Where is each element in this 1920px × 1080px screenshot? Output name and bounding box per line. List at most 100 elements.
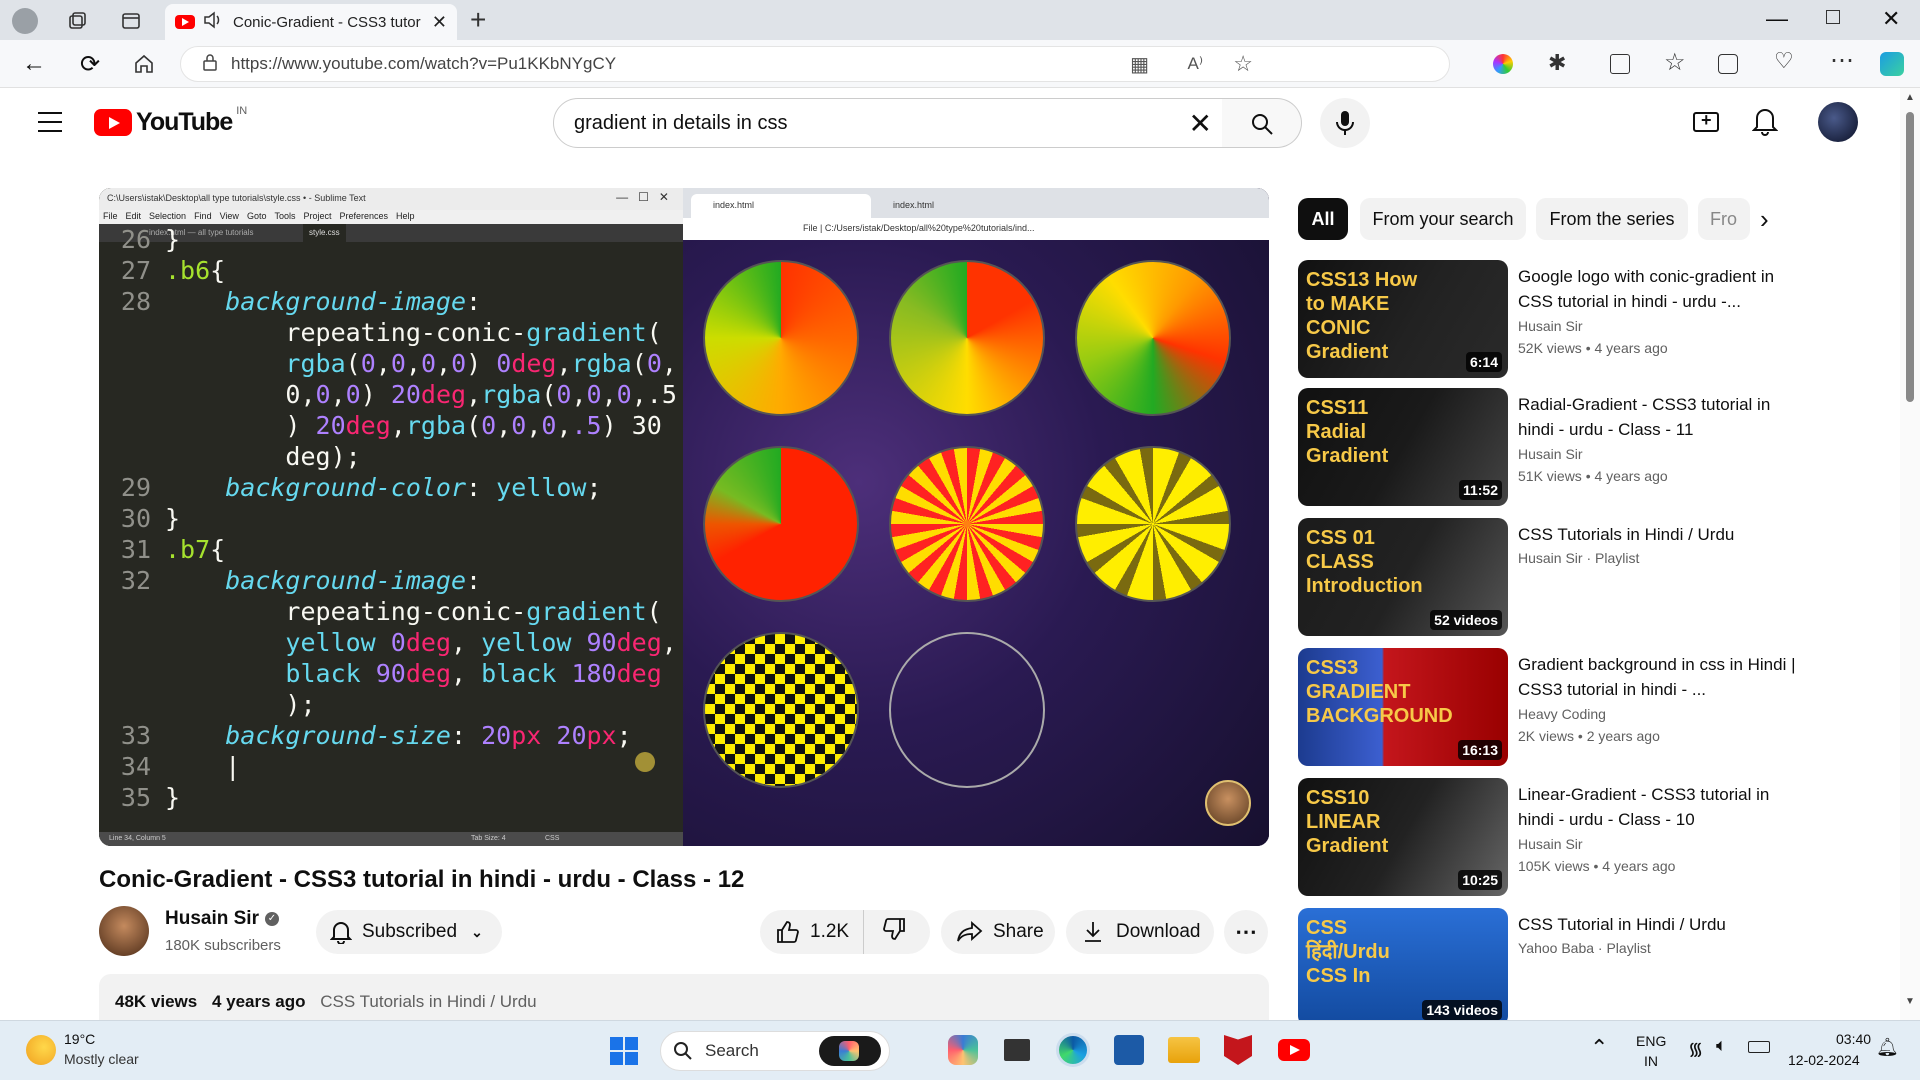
maximize-button[interactable] xyxy=(1826,10,1840,24)
chip-from-the-series[interactable]: From the series xyxy=(1536,198,1688,240)
editor-menu-item[interactable]: Selection xyxy=(149,211,186,223)
favorite-star-icon[interactable]: ☆ xyxy=(1233,51,1253,77)
back-icon[interactable]: ← xyxy=(20,50,48,78)
playlist-link[interactable]: CSS Tutorials in Hindi / Urdu xyxy=(320,992,536,1011)
voice-search-button[interactable] xyxy=(1320,98,1370,148)
clear-search-icon[interactable]: ✕ xyxy=(1189,107,1212,140)
recommendation-channel[interactable]: Husain Sir xyxy=(1518,446,1583,462)
editor-menu-item[interactable]: File xyxy=(103,211,118,223)
new-tab-button[interactable]: + xyxy=(470,4,486,36)
tab-actions-icon[interactable] xyxy=(118,8,144,34)
editor-menu-item[interactable]: Goto xyxy=(247,211,267,223)
editor-menu-item[interactable]: Help xyxy=(396,211,415,223)
volume-icon[interactable]: 🔈︎ xyxy=(1716,1035,1727,1056)
mcafee-icon[interactable] xyxy=(1224,1035,1252,1065)
scroll-down-arrow[interactable]: ▼ xyxy=(1905,996,1915,1007)
read-aloud-icon[interactable]: A⁾ xyxy=(1187,54,1203,74)
channel-name[interactable]: Husain Sir xyxy=(165,908,259,930)
edge-app-icon[interactable] xyxy=(1056,1033,1090,1067)
taskbar-search[interactable]: Search xyxy=(660,1031,890,1071)
recommendation-channel[interactable]: Husain Sir xyxy=(1518,318,1583,334)
recommendation-title[interactable]: Radial-Gradient - CSS3 tutorial in hindi… xyxy=(1518,392,1798,442)
close-window-button[interactable]: ✕ xyxy=(1882,6,1900,32)
youtube-taskbar-icon[interactable] xyxy=(1278,1039,1310,1061)
store-app-icon[interactable] xyxy=(1114,1035,1144,1065)
page-scrollbar[interactable]: ▲ ▼ xyxy=(1900,88,1920,1020)
download-button[interactable]: Download xyxy=(1066,910,1214,954)
collections-icon[interactable] xyxy=(1718,54,1738,74)
recommendation-title[interactable]: CSS Tutorial in Hindi / Urdu xyxy=(1518,912,1798,937)
speaker-icon[interactable] xyxy=(203,11,223,33)
editor-menu-item[interactable]: Project xyxy=(303,211,331,223)
recommendation-title[interactable]: CSS Tutorials in Hindi / Urdu xyxy=(1518,522,1798,547)
editor-menu-item[interactable]: Edit xyxy=(126,211,142,223)
more-menu-icon[interactable]: ⋯ xyxy=(1830,46,1854,75)
clock-time[interactable]: 03:40 xyxy=(1836,1031,1871,1047)
recommendation-item[interactable]: CSS13 How to MAKE CONIC Gradient 6:14 Goog… xyxy=(1298,260,1848,380)
editor-menu-item[interactable]: View xyxy=(220,211,239,223)
more-actions-button[interactable]: ⋯ xyxy=(1224,910,1268,954)
profile-icon[interactable] xyxy=(12,8,38,34)
recommendation-title[interactable]: Linear-Gradient - CSS3 tutorial in hindi… xyxy=(1518,782,1798,832)
apps-icon[interactable]: ▦ xyxy=(1130,52,1149,77)
recommendation-channel[interactable]: Heavy Coding xyxy=(1518,706,1606,722)
recommendation-title[interactable]: Gradient background in css in Hindi | CS… xyxy=(1518,652,1798,702)
account-avatar[interactable] xyxy=(1818,102,1858,142)
create-video-icon[interactable]: + xyxy=(1693,110,1719,132)
recommendation-channel[interactable]: Husain Sir xyxy=(1518,836,1583,852)
share-button[interactable]: Share xyxy=(941,910,1055,954)
chip-from-your-search[interactable]: From your search xyxy=(1360,198,1526,240)
copilot-app-icon[interactable] xyxy=(948,1035,978,1065)
recommendation-item[interactable]: CSS हिंदी/Urdu CSS In 143 videos CSS Tutor… xyxy=(1298,908,1848,1028)
refresh-icon[interactable]: ⟳ xyxy=(76,50,104,78)
editor-menu-item[interactable]: Preferences xyxy=(339,211,388,223)
url-field[interactable]: https://www.youtube.com/watch?v=Pu1KKbNY… xyxy=(180,46,1450,82)
search-input[interactable]: gradient in details in css ✕ xyxy=(553,98,1223,148)
chips-next-icon[interactable]: › xyxy=(1760,204,1769,235)
task-view-icon[interactable] xyxy=(1004,1039,1030,1061)
editor-menu-item[interactable]: Tools xyxy=(274,211,295,223)
copilot-icon[interactable] xyxy=(1880,52,1904,76)
scroll-up-arrow[interactable]: ▲ xyxy=(1905,92,1915,103)
video-player[interactable]: C:\Users\istak\Desktop\all type tutorial… xyxy=(99,188,1269,846)
recommendation-title[interactable]: Google logo with conic-gradient in CSS t… xyxy=(1518,264,1798,314)
battery-icon[interactable] xyxy=(1748,1041,1770,1053)
notifications-bell-icon[interactable] xyxy=(1751,106,1779,141)
notification-center-icon[interactable]: 🔔︎ xyxy=(1876,1037,1899,1058)
browser-essentials-icon[interactable]: ♡ xyxy=(1774,48,1794,74)
recommendation-channel[interactable]: Yahoo Baba · Playlist xyxy=(1518,940,1651,956)
wifi-icon[interactable]: ᯾ xyxy=(1688,1037,1703,1061)
input-language[interactable]: ENG xyxy=(1636,1033,1666,1049)
split-screen-icon[interactable] xyxy=(1610,54,1630,74)
recommendation-item[interactable]: CSS11 Radial Gradient 11:52 Radial-Gradien… xyxy=(1298,388,1848,508)
favorites-icon[interactable]: ☆ xyxy=(1664,48,1686,77)
weather-icon[interactable] xyxy=(26,1035,56,1065)
workspaces-icon[interactable] xyxy=(64,8,90,34)
home-icon[interactable] xyxy=(130,50,158,78)
youtube-logo[interactable]: YouTube IN xyxy=(94,105,247,137)
like-button[interactable]: 1.2K xyxy=(760,910,864,954)
chip-partial[interactable]: Fro xyxy=(1698,198,1750,240)
tab-youtube[interactable]: Conic-Gradient - CSS3 tutor ✕ xyxy=(165,4,457,40)
recommendation-item[interactable]: CSS10 LINEAR Gradient 10:25 Linear-Gradien… xyxy=(1298,778,1848,898)
hamburger-menu-icon[interactable] xyxy=(38,112,62,132)
search-button[interactable] xyxy=(1222,98,1302,148)
close-tab-icon[interactable]: ✕ xyxy=(432,12,447,33)
recommendation-thumbnail[interactable]: CSS3 GRADIENT BACKGROUND 16:13 xyxy=(1298,648,1508,766)
dislike-button[interactable] xyxy=(864,917,906,947)
recommendation-thumbnail[interactable]: CSS 01 CLASS Introduction 52 videos xyxy=(1298,518,1508,636)
recommendation-item[interactable]: CSS 01 CLASS Introduction 52 videos CSS Tu… xyxy=(1298,518,1848,638)
recommendation-thumbnail[interactable]: CSS10 LINEAR Gradient 10:25 xyxy=(1298,778,1508,896)
channel-avatar[interactable] xyxy=(99,906,149,956)
code-area[interactable]: 26} 27 .b6{28 background-image: repeating-… xyxy=(99,224,683,814)
start-button-icon[interactable] xyxy=(610,1037,638,1065)
chip-all[interactable]: All xyxy=(1298,198,1348,240)
scrollbar-thumb[interactable] xyxy=(1906,112,1914,402)
recommendation-thumbnail[interactable]: CSS11 Radial Gradient 11:52 xyxy=(1298,388,1508,506)
recommendation-thumbnail[interactable]: CSS हिंदी/Urdu CSS In 143 videos xyxy=(1298,908,1508,1026)
editor-menu-item[interactable]: Find xyxy=(194,211,212,223)
file-explorer-icon[interactable] xyxy=(1168,1037,1200,1063)
tray-chevron-up-icon[interactable]: ⌃ xyxy=(1590,1035,1608,1061)
extensions-icon[interactable]: ✱ xyxy=(1548,50,1566,76)
recommendation-channel[interactable]: Husain Sir · Playlist xyxy=(1518,550,1639,566)
